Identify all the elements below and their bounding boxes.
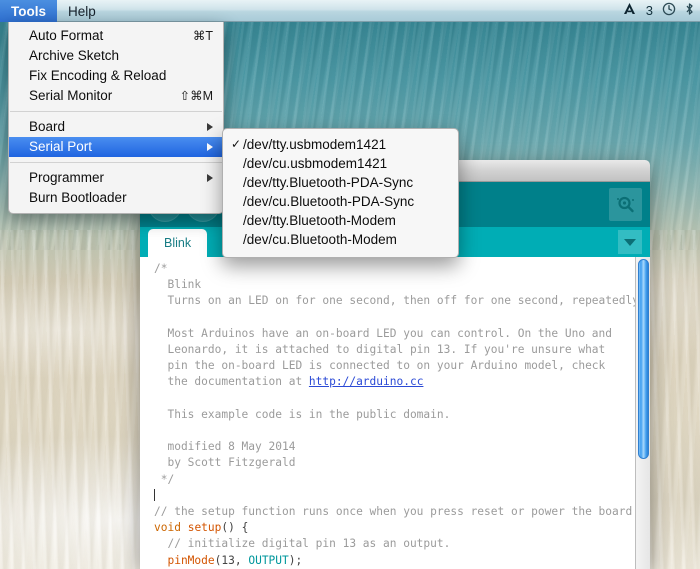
code-function: setup	[187, 521, 222, 535]
menu-separator	[10, 111, 222, 112]
code-line: */	[154, 472, 175, 486]
tab-blink[interactable]: Blink	[148, 229, 208, 257]
menu-item-label: Archive Sketch	[29, 48, 120, 63]
menu-item-label: Board	[29, 119, 66, 134]
tab-label: Blink	[164, 236, 192, 250]
serial-port-label: /dev/cu.usbmodem1421	[243, 156, 388, 171]
code-text: /* Blink Turns on an LED on for one seco…	[140, 257, 650, 569]
code-line: This example code is in the public domai…	[154, 407, 451, 421]
code-line: by Scott Fitzgerald	[154, 456, 296, 470]
checkmark-icon: ✓	[230, 137, 242, 151]
serial-port-option[interactable]: /dev/tty.Bluetooth-Modem	[223, 211, 458, 230]
menubar-status-area: 3	[622, 2, 700, 19]
menubar-item-label: Tools	[11, 3, 46, 19]
serial-port-option[interactable]: /dev/cu.usbmodem1421	[223, 154, 458, 173]
arduino-logo-icon[interactable]	[622, 2, 637, 19]
code-line: modified 8 May 2014	[154, 440, 296, 454]
chevron-right-icon	[207, 143, 213, 151]
code-number: 13	[221, 553, 235, 567]
menu-item-label: Programmer	[29, 170, 105, 185]
bluetooth-icon[interactable]	[685, 2, 694, 19]
menu-item-label: Serial Monitor	[29, 88, 113, 103]
code-punct: () {	[221, 521, 249, 535]
serial-port-option[interactable]: /dev/cu.Bluetooth-Modem	[223, 230, 458, 249]
editor-scrollbar-thumb[interactable]	[638, 259, 649, 459]
tools-dropdown-menu: Auto Format ⌘T Archive Sketch Fix Encodi…	[8, 22, 224, 214]
code-keyword: void	[154, 521, 181, 535]
arduino-cc-link[interactable]: http://arduino.cc	[309, 375, 424, 388]
menu-item-burn-bootloader[interactable]: Burn Bootloader	[9, 188, 223, 208]
menu-item-programmer[interactable]: Programmer	[9, 168, 223, 188]
serial-port-option[interactable]: /dev/cu.Bluetooth-PDA-Sync	[223, 192, 458, 211]
menu-item-auto-format[interactable]: Auto Format ⌘T	[9, 26, 223, 46]
menu-item-label: Serial Port	[29, 139, 93, 154]
code-line: pin the on-board LED is connected to on …	[154, 359, 606, 373]
menu-item-shortcut: ⌘T	[192, 29, 213, 43]
text-cursor	[154, 488, 155, 501]
tab-menu-button[interactable]	[618, 230, 642, 254]
serial-port-label: /dev/tty.Bluetooth-PDA-Sync	[243, 175, 414, 190]
code-line: Leonardo, it is attached to digital pin …	[154, 343, 606, 357]
chevron-right-icon	[207, 123, 213, 131]
code-line: Turns on an LED on for one second, then …	[154, 294, 646, 308]
code-punct: );	[288, 553, 303, 567]
editor-scrollbar[interactable]	[635, 257, 650, 569]
serial-port-option[interactable]: ✓ /dev/tty.usbmodem1421	[223, 135, 458, 154]
menu-item-serial-port[interactable]: Serial Port	[9, 137, 223, 157]
serial-port-submenu: ✓ /dev/tty.usbmodem1421 /dev/cu.usbmodem…	[222, 128, 459, 258]
chevron-right-icon	[207, 174, 213, 182]
code-line: Blink	[154, 278, 202, 292]
code-function: pinMode	[154, 553, 215, 567]
menu-item-archive-sketch[interactable]: Archive Sketch	[9, 46, 223, 66]
serial-port-option[interactable]: /dev/tty.Bluetooth-PDA-Sync	[223, 173, 458, 192]
menu-item-serial-monitor[interactable]: Serial Monitor ⇧⌘M	[9, 86, 223, 106]
serial-port-label: /dev/tty.Bluetooth-Modem	[243, 213, 396, 228]
menu-item-label: Burn Bootloader	[29, 190, 127, 205]
menubar-item-label: Help	[68, 3, 96, 19]
code-line: // initialize digital pin 13 as an outpu…	[154, 537, 451, 551]
serial-port-label: /dev/cu.Bluetooth-PDA-Sync	[243, 194, 415, 209]
code-line-prefix: the documentation at	[154, 375, 309, 389]
code-editor[interactable]: /* Blink Turns on an LED on for one seco…	[140, 257, 650, 569]
serial-monitor-icon[interactable]	[609, 188, 642, 221]
menu-item-fix-encoding-reload[interactable]: Fix Encoding & Reload	[9, 66, 223, 86]
menu-item-board[interactable]: Board	[9, 117, 223, 137]
menu-bar: Tools Help 3	[0, 0, 700, 22]
serial-port-label: /dev/tty.usbmodem1421	[243, 137, 387, 152]
menu-item-shortcut: ⇧⌘M	[179, 89, 213, 103]
menubar-item-help[interactable]: Help	[57, 0, 107, 22]
code-line: Most Arduinos have an on-board LED you c…	[154, 326, 613, 340]
code-punct: ,	[234, 553, 249, 567]
serial-port-label: /dev/cu.Bluetooth-Modem	[243, 232, 397, 247]
menu-separator	[10, 162, 222, 163]
clock-icon[interactable]	[662, 2, 676, 19]
code-line: /*	[154, 262, 168, 275]
code-constant: OUTPUT	[248, 553, 289, 567]
menu-item-label: Fix Encoding & Reload	[29, 68, 167, 83]
menu-item-label: Auto Format	[29, 28, 104, 43]
code-line: // the setup function runs once when you…	[154, 505, 633, 519]
menubar-item-tools[interactable]: Tools	[0, 0, 57, 22]
chevron-down-icon	[624, 238, 636, 246]
menubar-count: 3	[645, 2, 653, 18]
